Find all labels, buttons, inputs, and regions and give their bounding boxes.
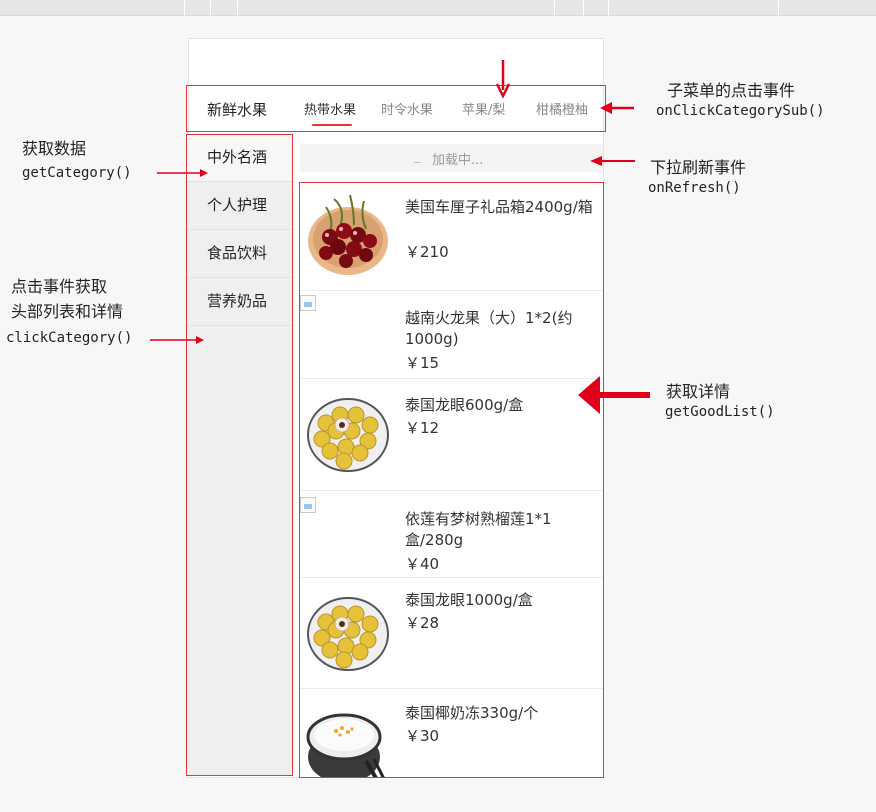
right-arrow-icon [200,169,208,177]
left-arrow-icon [590,156,602,166]
left-arrow-icon [600,102,612,114]
right-arrow-icon [196,336,204,344]
left-arrow-icon [578,376,600,414]
annotation-arrows [150,60,650,414]
